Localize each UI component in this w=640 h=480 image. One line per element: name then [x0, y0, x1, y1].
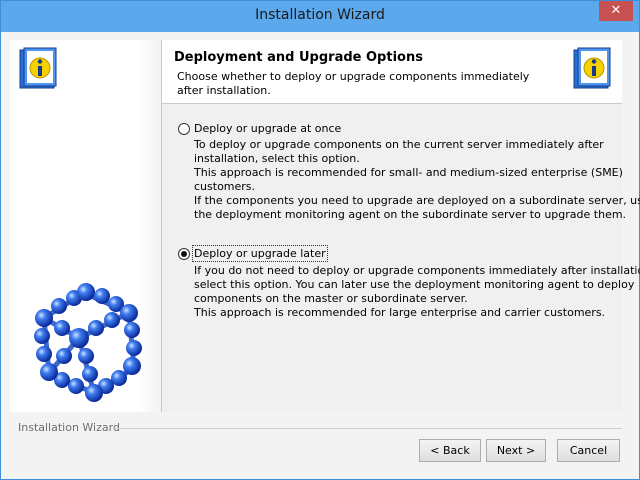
- cancel-button[interactable]: Cancel: [557, 439, 620, 462]
- molecule-graphic: [34, 283, 142, 402]
- description-line: This approach is recommended for small- …: [194, 166, 623, 179]
- description-line: This approach is recommended for large e…: [194, 306, 606, 319]
- window-title: Installation Wizard: [255, 7, 385, 23]
- option-description-deploy-later: If you do not need to deploy or upgrade …: [194, 264, 640, 320]
- info-book-icon: [19, 47, 57, 89]
- radio-deploy-at-once[interactable]: [178, 123, 190, 135]
- wizard-content: Deployment and Upgrade Options Choose wh…: [162, 40, 622, 412]
- close-button[interactable]: ✕: [599, 1, 633, 21]
- description-line: select this option. You can later use th…: [194, 278, 635, 291]
- wizard-side-panel: [10, 40, 162, 412]
- next-button[interactable]: Next >: [486, 439, 546, 462]
- title-bar: Installation Wizard ✕: [1, 1, 639, 32]
- description-line: To deploy or upgrade components on the c…: [194, 138, 604, 151]
- description-line: customers.: [194, 180, 256, 193]
- option-description-deploy-at-once: To deploy or upgrade components on the c…: [194, 138, 640, 222]
- page-header: Deployment and Upgrade Options Choose wh…: [162, 40, 622, 104]
- description-line: installation, select this option.: [194, 152, 360, 165]
- description-line: If you do not need to deploy or upgrade …: [194, 264, 640, 277]
- description-line: components on the master or subordinate …: [194, 292, 468, 305]
- option-label-deploy-later[interactable]: Deploy or upgrade later: [192, 245, 328, 262]
- footer-divider: [114, 428, 622, 429]
- page-title: Deployment and Upgrade Options: [174, 50, 423, 65]
- footer-label: Installation Wizard: [18, 421, 120, 434]
- description-line: the deployment monitoring agent on the s…: [194, 208, 627, 221]
- page-subtitle: Choose whether to deploy or upgrade comp…: [177, 70, 530, 97]
- radio-deploy-later[interactable]: [178, 248, 190, 260]
- back-button[interactable]: < Back: [419, 439, 481, 462]
- description-line: If the components you need to upgrade ar…: [194, 194, 640, 207]
- option-label-deploy-at-once[interactable]: Deploy or upgrade at once: [194, 122, 341, 135]
- info-book-icon: [573, 47, 611, 89]
